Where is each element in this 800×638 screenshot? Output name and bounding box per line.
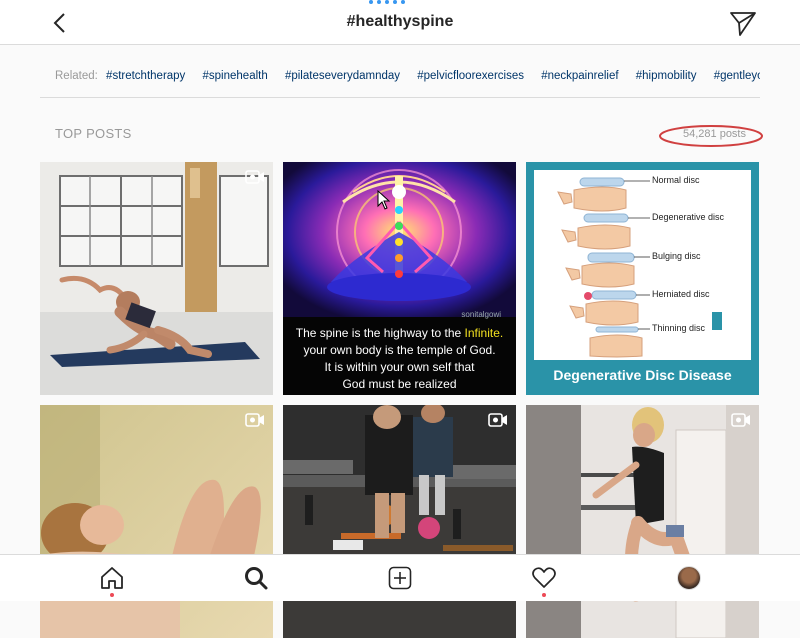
- mouse-cursor: [377, 190, 391, 210]
- post-title: Degenerative Disc Disease: [553, 367, 732, 383]
- disc-label: Thinning disc: [652, 323, 706, 333]
- post-thumbnail[interactable]: [40, 162, 273, 395]
- disc-label: Degenerative disc: [652, 212, 725, 222]
- video-icon: [488, 413, 507, 427]
- related-tag[interactable]: #spinehealth: [203, 70, 268, 82]
- post-caption-line: It is within your own self that: [324, 360, 475, 374]
- post-thumbnail[interactable]: [526, 405, 759, 638]
- video-icon: [245, 413, 264, 427]
- disc-label: Normal disc: [652, 175, 700, 185]
- post-caption-line: your own body is the temple of God.: [303, 343, 496, 357]
- new-post-icon[interactable]: [387, 565, 413, 591]
- related-tag[interactable]: #pelvicfloorexercises: [417, 70, 524, 82]
- related-tag[interactable]: #pilateseverydamnday: [285, 70, 400, 82]
- related-label: Related:: [55, 70, 98, 82]
- related-tag[interactable]: #neckpainrelief: [541, 70, 618, 82]
- post-caption-line: God must be realized: [342, 377, 457, 391]
- related-hashtags: Related: #stretchtherapy #spinehealth #p…: [55, 70, 760, 86]
- post-image: [40, 162, 273, 395]
- watermark: sonitalgowi: [461, 310, 501, 319]
- paper-plane-icon[interactable]: [728, 8, 758, 38]
- disc-label: Bulging disc: [652, 251, 701, 261]
- post-thumbnail[interactable]: [283, 405, 516, 638]
- post-thumbnail[interactable]: sonitalgowi The spine is the highway to …: [283, 162, 516, 395]
- loading-indicator: [369, 0, 405, 6]
- home-icon[interactable]: [99, 565, 125, 591]
- disc-label: Herniated disc: [652, 289, 710, 299]
- highlight-ellipse: [659, 125, 763, 147]
- search-icon[interactable]: [243, 565, 269, 591]
- divider: [40, 97, 760, 98]
- post-image: [40, 405, 273, 638]
- related-tag[interactable]: #gentleyoga: [714, 70, 760, 82]
- post-thumbnail[interactable]: [40, 405, 273, 638]
- notification-dot: [542, 593, 546, 597]
- page-title: #healthyspine: [346, 13, 454, 30]
- video-icon: [731, 413, 750, 427]
- post-image: [534, 170, 751, 360]
- post-image: [283, 405, 516, 638]
- activity-heart-icon[interactable]: [531, 565, 557, 591]
- related-tag[interactable]: #stretchtherapy: [106, 70, 185, 82]
- notification-dot: [110, 593, 114, 597]
- top-posts-label: TOP POSTS: [55, 126, 132, 141]
- top-bar: #healthyspine: [0, 0, 800, 45]
- profile-avatar[interactable]: [677, 566, 701, 590]
- related-tag[interactable]: #hipmobility: [636, 70, 697, 82]
- post-thumbnail[interactable]: Normal disc Degenerative disc Bulging di…: [526, 162, 759, 395]
- post-caption-line: The spine is the highway to the Infinite…: [295, 326, 504, 340]
- video-icon: [245, 170, 264, 184]
- bottom-nav: [0, 554, 800, 601]
- post-image: [526, 405, 759, 638]
